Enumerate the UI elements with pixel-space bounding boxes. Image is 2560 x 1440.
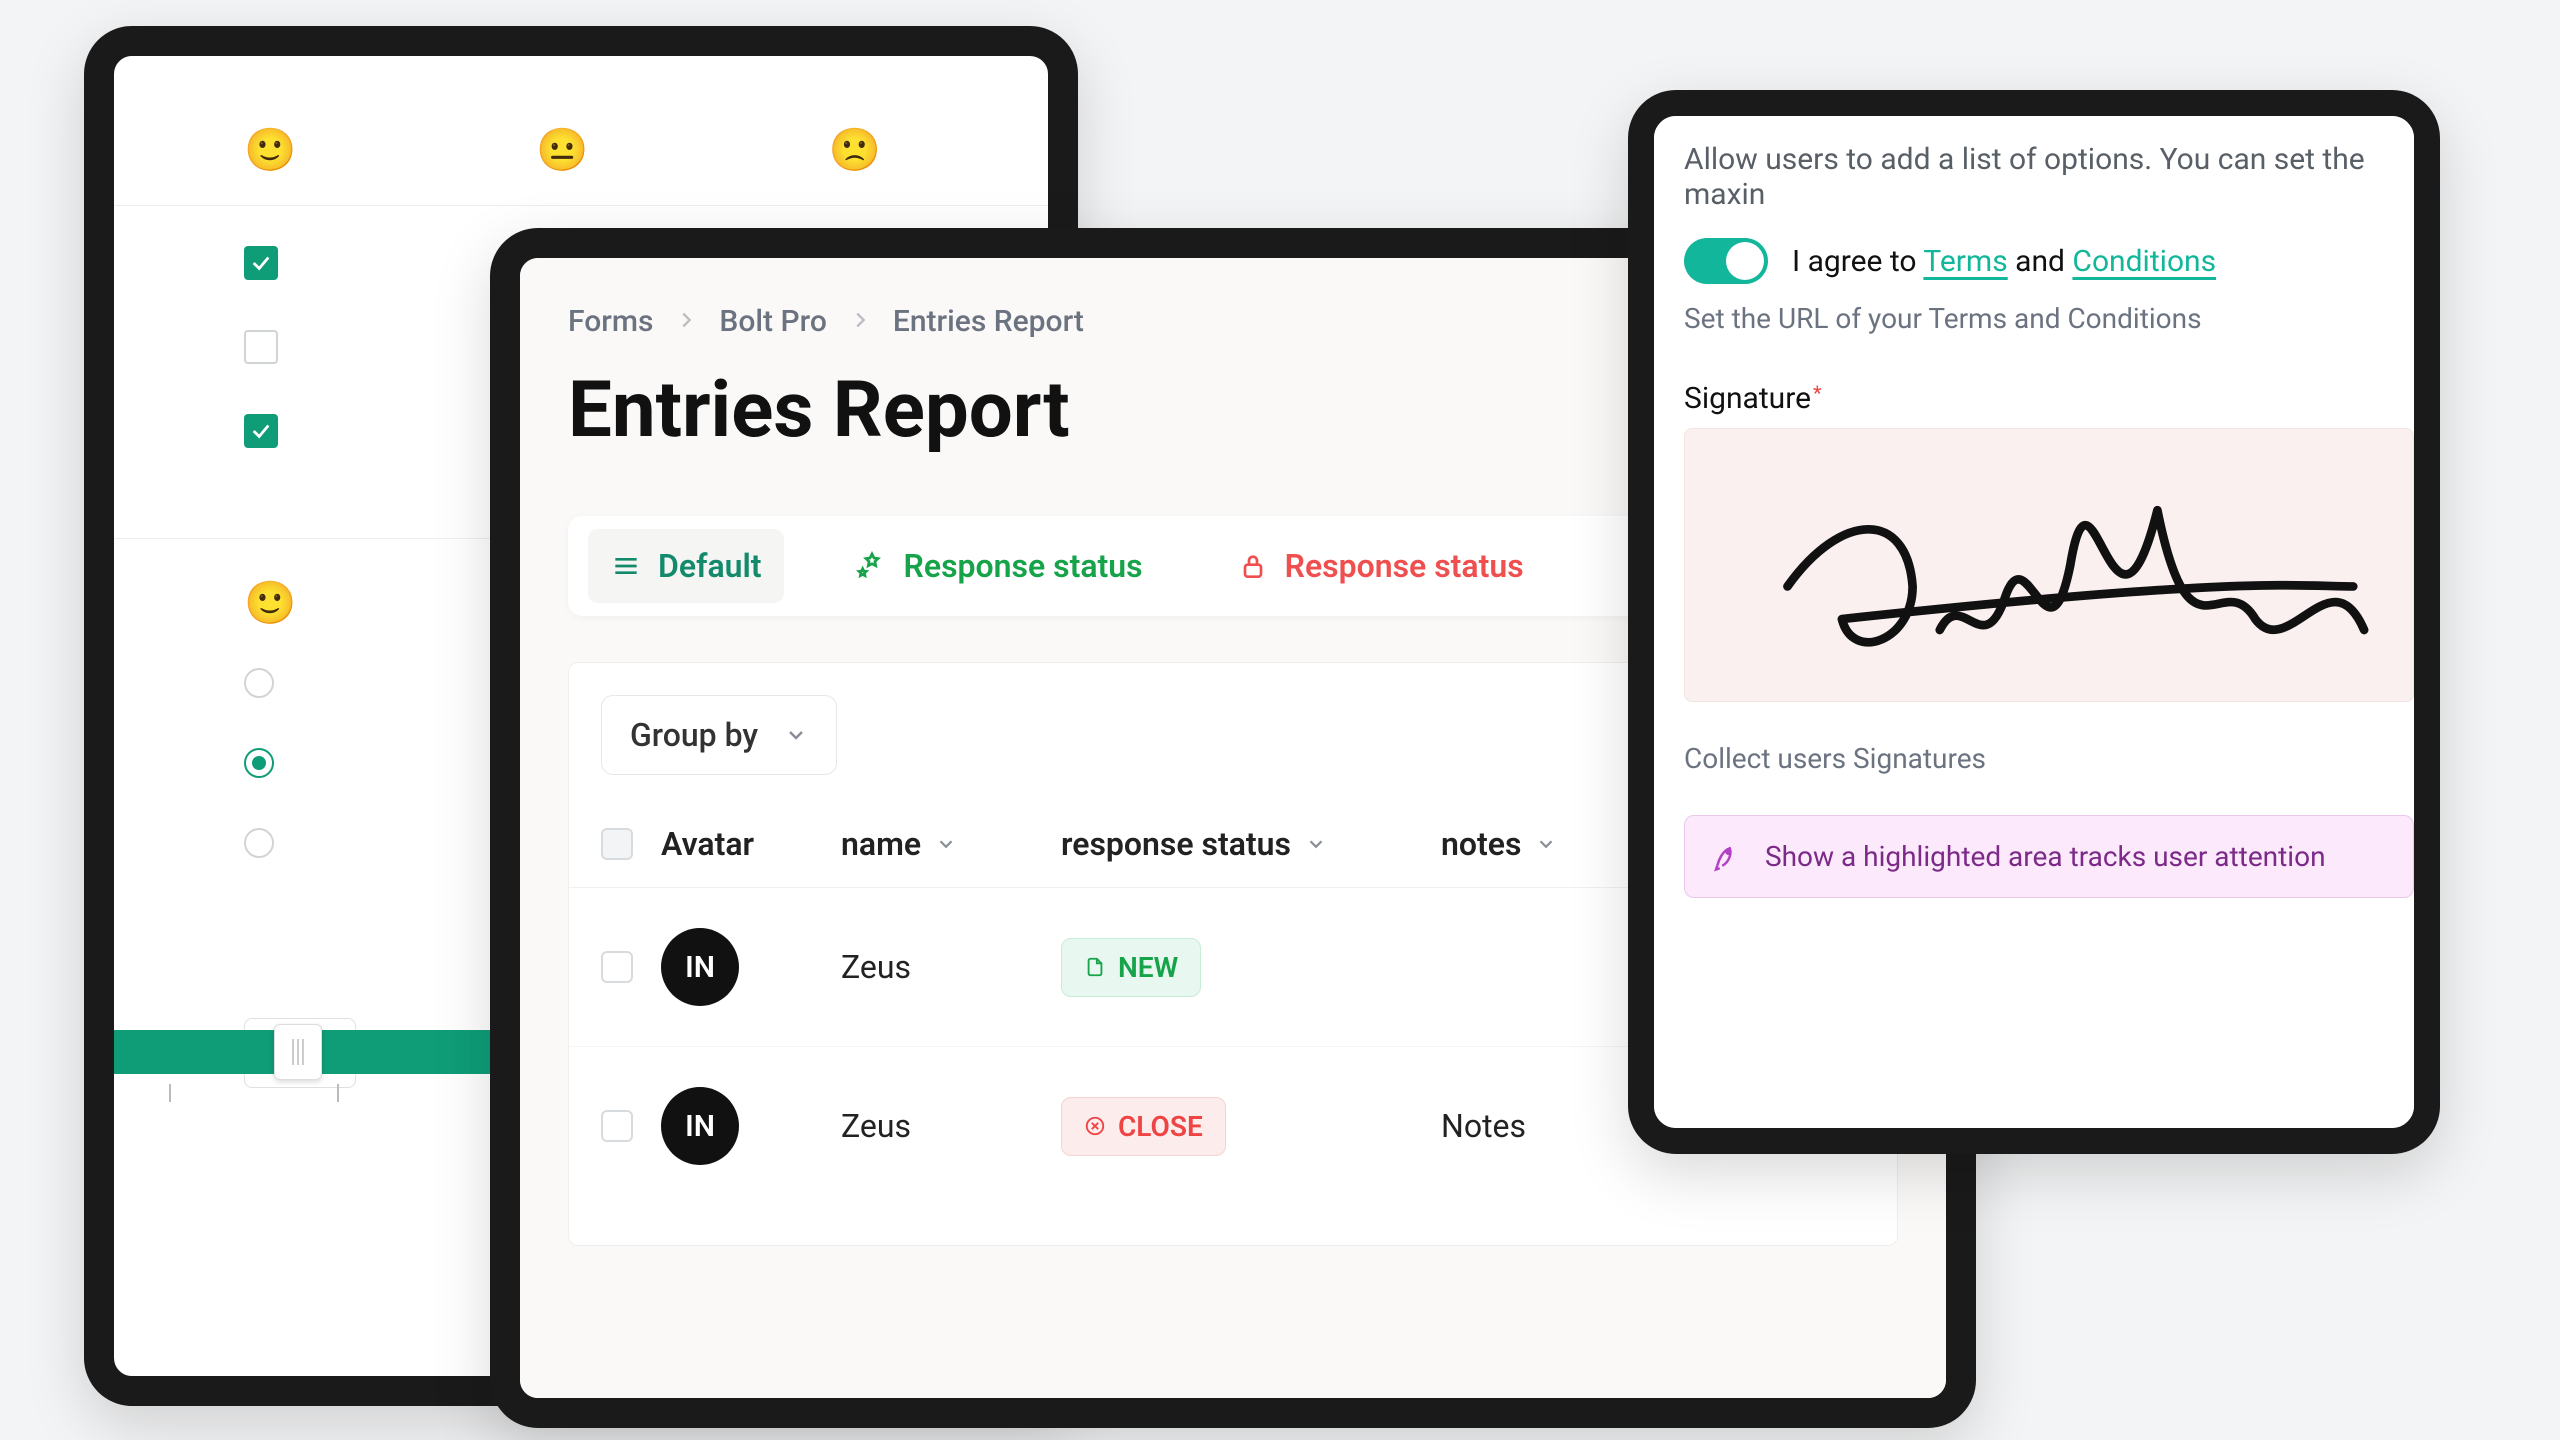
radio-3[interactable]	[244, 828, 274, 858]
rocket-icon	[1711, 842, 1741, 872]
frown-emoji[interactable]: 🙁	[829, 126, 881, 175]
status-text: NEW	[1118, 951, 1178, 984]
highlight-callout: Show a highlighted area tracks user atte…	[1684, 815, 2414, 898]
highlight-text: Show a highlighted area tracks user atte…	[1765, 840, 2326, 873]
row-checkbox[interactable]	[601, 951, 633, 983]
slider-thumb[interactable]	[274, 1024, 322, 1080]
tab-label: Response status	[904, 547, 1143, 585]
select-all-checkbox[interactable]	[601, 828, 633, 860]
col-avatar: Avatar	[661, 825, 841, 863]
checkbox-3[interactable]	[244, 414, 278, 448]
options-description: Allow users to add a list of options. Yo…	[1654, 142, 2414, 238]
terms-toggle[interactable]	[1684, 238, 1768, 284]
breadcrumb-item[interactable]: Forms	[568, 304, 653, 339]
tab-response-status-red[interactable]: Response status	[1215, 529, 1546, 603]
tablet-right: Allow users to add a list of options. Yo…	[1628, 90, 2440, 1154]
agree-prefix: I agree to	[1792, 244, 1923, 279]
agree-text: I agree to Terms and Conditions	[1792, 244, 2216, 279]
checkbox-2[interactable]	[244, 330, 278, 364]
row-checkbox[interactable]	[601, 1110, 633, 1142]
chevron-right-icon	[849, 304, 871, 339]
status-badge: NEW	[1061, 938, 1201, 997]
breadcrumb-item[interactable]: Bolt Pro	[719, 304, 826, 339]
col-name[interactable]: name	[841, 825, 1061, 863]
conditions-link[interactable]: Conditions	[2072, 244, 2216, 279]
col-response-status[interactable]: response status	[1061, 825, 1441, 863]
checkbox-1[interactable]	[244, 246, 278, 280]
neutral-emoji[interactable]: 😐	[536, 126, 588, 175]
group-by-label: Group by	[630, 716, 758, 754]
tab-response-status-green[interactable]: Response status	[834, 529, 1165, 603]
radio-2[interactable]	[244, 748, 274, 778]
signature-label-text: Signature	[1684, 381, 1811, 416]
terms-link[interactable]: Terms	[1923, 244, 2007, 279]
avatar: IN	[661, 928, 739, 1006]
col-name-label: name	[841, 825, 921, 863]
required-asterisk: *	[1813, 381, 1822, 405]
status-badge: CLOSE	[1061, 1097, 1226, 1156]
radio-1[interactable]	[244, 668, 274, 698]
col-notes-label: notes	[1441, 825, 1521, 863]
chevron-right-icon	[675, 304, 697, 339]
tab-default[interactable]: Default	[588, 529, 784, 603]
cell-name: Zeus	[841, 1107, 1061, 1145]
emoji-rating-row: 🙂 😐 🙁	[114, 96, 1048, 206]
signature-label: Signature*	[1654, 381, 2414, 428]
breadcrumb-item[interactable]: Entries Report	[893, 304, 1084, 339]
terms-toggle-row: I agree to Terms and Conditions	[1654, 238, 2414, 302]
cell-name: Zeus	[841, 948, 1061, 986]
signature-description: Collect users Signatures	[1654, 702, 2414, 815]
status-text: CLOSE	[1118, 1110, 1203, 1143]
tab-label: Default	[658, 547, 762, 585]
tab-label: Response status	[1285, 547, 1524, 585]
smile-emoji[interactable]: 🙂	[244, 126, 296, 175]
group-by-dropdown[interactable]: Group by	[601, 695, 837, 775]
avatar: IN	[661, 1087, 739, 1165]
agree-and: and	[2008, 244, 2073, 279]
col-resp-label: response status	[1061, 825, 1291, 863]
terms-url-note: Set the URL of your Terms and Conditions	[1654, 302, 2414, 381]
form-settings-screen: Allow users to add a list of options. Yo…	[1654, 116, 2414, 1128]
signature-input[interactable]	[1684, 428, 2414, 702]
